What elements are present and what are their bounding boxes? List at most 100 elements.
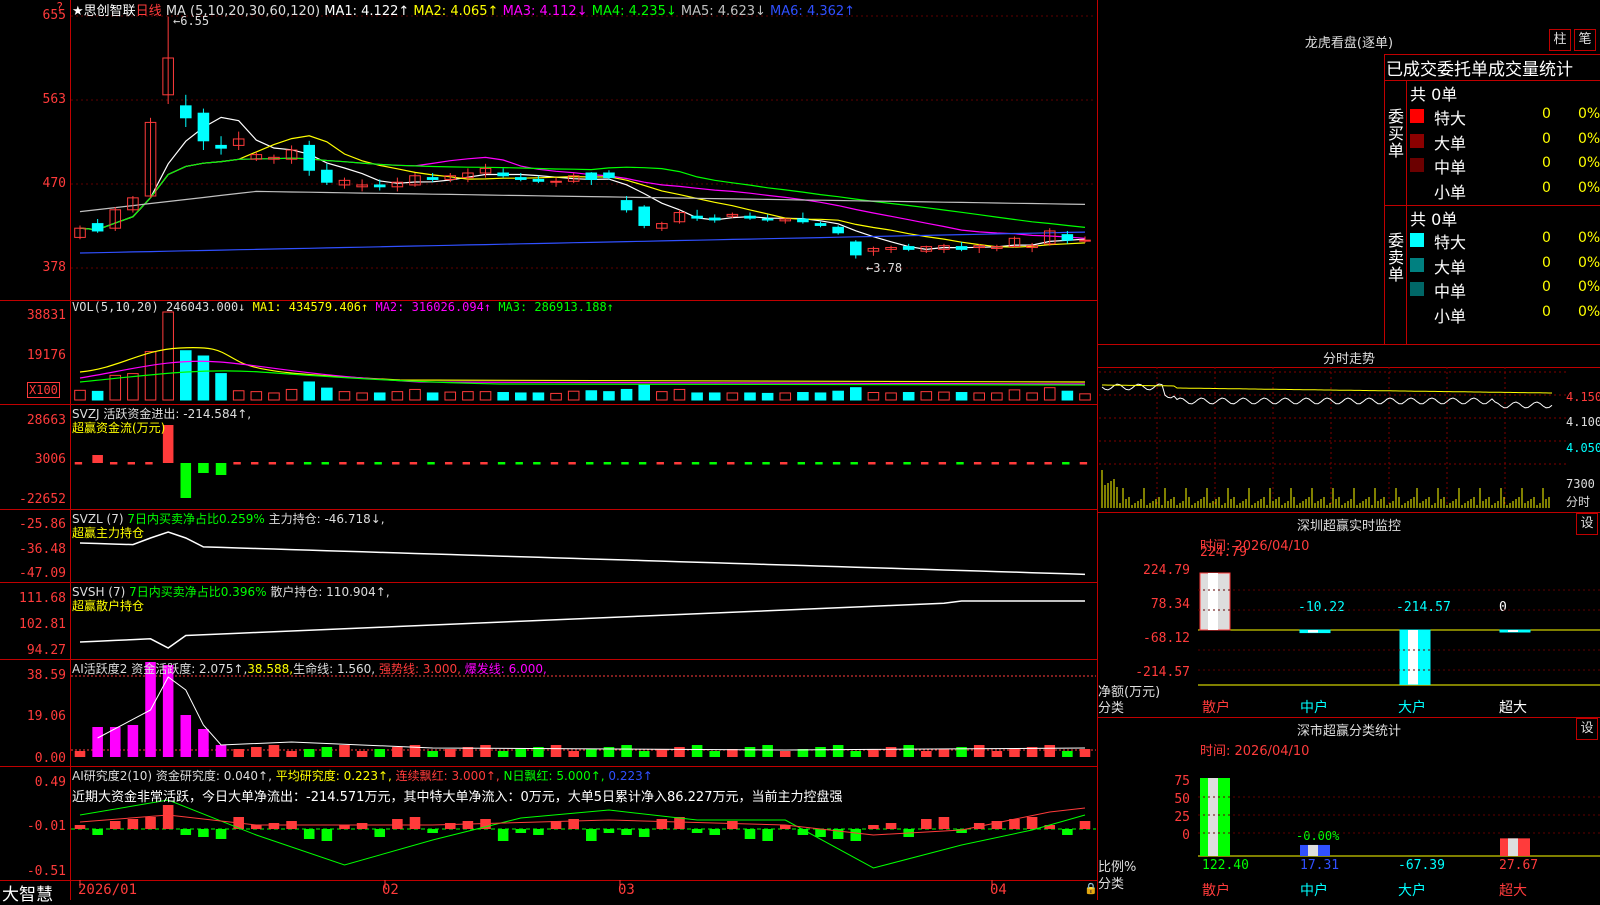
vol-unit-badge[interactable]: X100: [27, 382, 60, 398]
volume-bar: [850, 387, 862, 401]
ai1-bar: [215, 745, 227, 757]
candle-body: [373, 184, 386, 188]
ai1-bar: [674, 747, 685, 757]
ai2-bar: [727, 821, 738, 829]
price-y-tick: 470: [42, 176, 66, 191]
x-tick: 2026/01: [78, 882, 138, 898]
price-chart-svg[interactable]: [0, 0, 1098, 900]
candle-body: [532, 178, 545, 182]
intraday-panel[interactable]: 分时走势 4.150 4.100 4.050 7300 分时: [1098, 345, 1600, 513]
buy-row[interactable]: 小单 0 0%: [1410, 179, 1600, 202]
buy-row[interactable]: 特大 0 0%: [1410, 105, 1600, 128]
svzj-bar: [868, 462, 876, 465]
sell-row[interactable]: 大单 0 0%: [1410, 254, 1600, 277]
column-toggle-button[interactable]: 柱: [1549, 29, 1571, 51]
lock-icon[interactable]: 🔒: [1084, 882, 1098, 895]
stock-name[interactable]: ★思创智联: [72, 4, 136, 19]
high-marker: ←6.55: [173, 14, 210, 28]
ai1-bar: [92, 727, 103, 757]
ai1-y-tick: 38.59: [26, 668, 66, 683]
sz-class-title: 深市超赢分类统计: [1296, 724, 1401, 739]
sell-color-swatch: [1410, 306, 1424, 321]
ai1-bar: [268, 745, 280, 757]
svzj-bar: [762, 462, 770, 465]
sell-row[interactable]: 特大 0 0%: [1410, 229, 1600, 252]
tick-toggle-button[interactable]: 笔: [1574, 29, 1596, 51]
vol-ma2: MA2: 316026.094↑: [375, 300, 492, 314]
period-label[interactable]: 日线: [136, 4, 162, 19]
ma6-line: [79, 231, 1086, 254]
ai1-bar: [198, 729, 209, 757]
sz-monitor-settings-button[interactable]: 设: [1576, 513, 1598, 535]
volume-bar: [515, 392, 527, 401]
ai2-bar: [709, 829, 721, 835]
buy-row-pct: 0%: [1578, 130, 1600, 147]
svzj-bar: [374, 462, 382, 465]
volume-bar: [532, 392, 545, 401]
sell-color-swatch: [1410, 233, 1424, 247]
svzj-bar: [533, 462, 541, 465]
buy-row[interactable]: 大单 0 0%: [1410, 130, 1600, 153]
sell-row-name: 特大: [1434, 233, 1467, 252]
ai2-bar: [497, 829, 509, 841]
top-marker: ?: [56, 0, 64, 14]
candle-body: [955, 246, 968, 250]
sell-total: 共 0单: [1410, 210, 1458, 229]
svzj-bar: [127, 462, 136, 465]
buy-total: 共 0单: [1410, 85, 1458, 104]
svzj-y-tick: -22652: [19, 492, 66, 507]
dragon-vline: [1384, 54, 1385, 345]
buy-color-swatch: [1410, 158, 1424, 172]
ai1-bar: [691, 745, 703, 757]
svzj-bar: [145, 462, 153, 465]
sell-row[interactable]: 中单 0 0%: [1410, 278, 1600, 301]
ai2-bar: [691, 829, 703, 833]
sz-class-time: 时间: 2026/04/10: [1200, 744, 1310, 759]
ai1-bar: [779, 751, 791, 757]
sell-color-swatch: [1410, 257, 1424, 272]
intraday-y-tick: 4.050: [1566, 441, 1600, 455]
sell-row[interactable]: 小单 0 0%: [1410, 303, 1600, 326]
volume-bar: [620, 388, 633, 401]
ai2-bar: [145, 817, 156, 829]
candle-body: [638, 206, 651, 226]
ai2-bar: [1079, 821, 1091, 829]
volume-bar: [356, 392, 368, 401]
sz-monitor-panel[interactable]: 深圳超赢实时监控 设 时间: 2026/04/10 224.79 78.34 -…: [1098, 513, 1600, 718]
buy-color-swatch: [1410, 182, 1424, 197]
dragon-subtitle: 已成交委托单成交量统计: [1386, 60, 1573, 80]
candle-body: [91, 223, 104, 232]
ai2-bar: [744, 829, 756, 839]
candle-body: [550, 180, 562, 183]
intraday-hline: [1098, 367, 1600, 368]
volume-bar: [1026, 392, 1038, 401]
sz-cat: 中户: [1300, 700, 1328, 716]
candle-body: [180, 105, 192, 119]
volume-bar: [656, 391, 668, 401]
volume-bar: [603, 391, 615, 401]
ai2-header: AI研究度2(10) 资金研究度: 0.040↑, 平均研究度: 0.223↑,…: [72, 769, 653, 783]
sz-class-cat: 散户: [1202, 883, 1230, 899]
volume-bar: [550, 392, 562, 401]
svzj-bar: [938, 462, 947, 465]
sell-row-pct: 0%: [1578, 230, 1600, 246]
sz-class-extra: -0.00%: [1296, 829, 1340, 843]
ai2-bar: [374, 829, 386, 837]
buy-row-qty: 0: [1542, 106, 1551, 122]
ai1-bar: [339, 745, 350, 757]
ai1-bar: [550, 745, 562, 757]
candle-body: [832, 226, 844, 234]
svzj-bar: [832, 462, 841, 465]
buy-row-pct: 0%: [1578, 179, 1600, 196]
sell-row-name: 中单: [1434, 282, 1467, 301]
svzj-bar: [233, 462, 241, 465]
candle-body: [761, 218, 774, 221]
intraday-vol-tick: 7300: [1566, 477, 1595, 491]
candle-body: [902, 246, 915, 250]
buy-row[interactable]: 中单 0 0%: [1410, 154, 1600, 177]
volume-bar: [462, 391, 474, 401]
ai1-bar: [1009, 749, 1020, 757]
sz-value-label: -214.57: [1396, 600, 1451, 615]
sz-class-panel[interactable]: 深市超赢分类统计 设 时间: 2026/04/10 75 50 25 0 比例%…: [1098, 718, 1600, 900]
sz-class-settings-button[interactable]: 设: [1576, 718, 1598, 740]
